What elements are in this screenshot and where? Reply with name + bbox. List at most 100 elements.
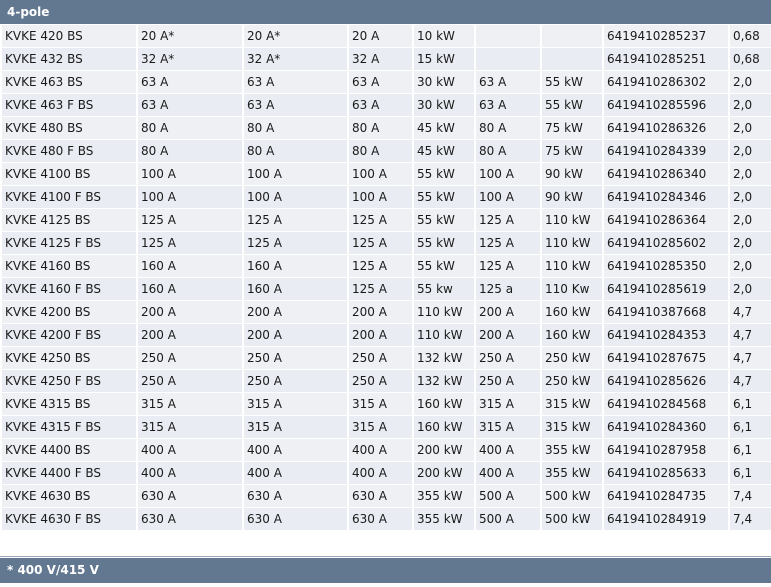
product-table-panel: 4-pole KVKE 420 BS 20 A* 20 A* 20 A 10 kW 641… — [0, 0, 771, 587]
table-cell: 250 A — [476, 370, 540, 393]
table-cell: 500 kW — [542, 485, 602, 508]
table-cell: 200 A — [244, 324, 347, 347]
table-cell: 30 kW — [414, 94, 474, 117]
table-cell: 160 A — [244, 278, 347, 301]
table-cell: 6419410285626 — [604, 370, 728, 393]
table-cell — [476, 48, 540, 71]
table-cell: 63 A — [138, 94, 242, 117]
table-cell: KVKE 4125 BS — [2, 209, 136, 232]
table-cell: 315 A — [349, 416, 412, 439]
table-cell: 110 kW — [542, 209, 602, 232]
table-cell: 6419410284360 — [604, 416, 728, 439]
table-cell: 200 A — [138, 301, 242, 324]
table-cell: 20 A* — [138, 25, 242, 48]
table-cell: 6419410285602 — [604, 232, 728, 255]
table-cell: 6419410286340 — [604, 163, 728, 186]
table-cell: 500 A — [476, 485, 540, 508]
table-cell: 6,1 — [730, 416, 771, 439]
table-cell: 6419410287675 — [604, 347, 728, 370]
table-cell: 80 A — [244, 140, 347, 163]
table-cell: 200 A — [476, 324, 540, 347]
table-cell: 100 A — [244, 186, 347, 209]
table-cell: 100 A — [349, 163, 412, 186]
table-cell: KVKE 4100 F BS — [2, 186, 136, 209]
table-cell: 45 kW — [414, 140, 474, 163]
table-cell: 315 A — [244, 393, 347, 416]
table-cell: 315 A — [138, 393, 242, 416]
table-cell: 400 A — [476, 462, 540, 485]
table-cell: 6,1 — [730, 462, 771, 485]
table-row: KVKE 420 BS 20 A* 20 A* 20 A 10 kW 6419410285… — [2, 25, 771, 48]
table-cell: 315 A — [476, 393, 540, 416]
table-row: KVKE 480 BS 80 A 80 A 80 A 45 kW 80 A 75 kW 641… — [2, 117, 771, 140]
table-cell — [476, 25, 540, 48]
table-cell: 110 kW — [414, 301, 474, 324]
table-cell: 110 kW — [542, 232, 602, 255]
table-cell: 400 A — [244, 462, 347, 485]
section-header: 4-pole — [0, 0, 771, 24]
table-cell: 63 A — [349, 94, 412, 117]
table-cell: 55 kW — [414, 232, 474, 255]
table-cell: 315 A — [476, 416, 540, 439]
table-cell: 250 A — [244, 347, 347, 370]
table-cell: 315 A — [244, 416, 347, 439]
table-cell: 125 A — [349, 209, 412, 232]
table-body: KVKE 420 BS 20 A* 20 A* 20 A 10 kW 6419410285… — [2, 25, 771, 531]
table-cell: 160 kW — [414, 416, 474, 439]
table-cell: 6419410287958 — [604, 439, 728, 462]
table-cell: 6419410284735 — [604, 485, 728, 508]
table-cell: 160 kW — [542, 301, 602, 324]
table-cell: 315 A — [138, 416, 242, 439]
table-cell: 200 kW — [414, 439, 474, 462]
table-cell: 2,0 — [730, 140, 771, 163]
table-row: KVKE 4630 BS 630 A 630 A 630 A 355 kW 500 A 50… — [2, 485, 771, 508]
table-cell: 100 A — [476, 186, 540, 209]
table-cell: 250 A — [349, 370, 412, 393]
table-row: KVKE 4250 F BS 250 A 250 A 250 A 132 kW 250 A… — [2, 370, 771, 393]
table-cell: KVKE 4160 BS — [2, 255, 136, 278]
table-row: KVKE 4315 BS 315 A 315 A 315 A 160 kW 315 A 31… — [2, 393, 771, 416]
table-cell: 20 A — [349, 25, 412, 48]
table-cell: 125 A — [138, 232, 242, 255]
table-cell: 125 A — [476, 232, 540, 255]
table-cell: KVKE 480 BS — [2, 117, 136, 140]
table-cell: 6419410286364 — [604, 209, 728, 232]
table-cell: 80 A — [476, 140, 540, 163]
table-cell: 200 A — [476, 301, 540, 324]
table-cell: 100 A — [244, 163, 347, 186]
table-cell: KVKE 463 BS — [2, 71, 136, 94]
table-cell: 200 A — [244, 301, 347, 324]
table-cell: 2,0 — [730, 117, 771, 140]
product-table: KVKE 420 BS 20 A* 20 A* 20 A 10 kW 6419410285… — [0, 25, 771, 531]
table-cell: 400 A — [476, 439, 540, 462]
table-cell: 400 A — [349, 439, 412, 462]
table-cell: KVKE 4315 F BS — [2, 416, 136, 439]
table-cell: 80 A — [138, 140, 242, 163]
table-cell: 200 A — [349, 301, 412, 324]
table-cell: 200 kW — [414, 462, 474, 485]
table-cell: 500 kW — [542, 508, 602, 531]
table-cell — [542, 25, 602, 48]
table-cell: 110 kW — [542, 255, 602, 278]
table-cell: 250 kW — [542, 370, 602, 393]
table-cell: 100 A — [476, 163, 540, 186]
table-cell: 6419410284339 — [604, 140, 728, 163]
table-cell: 4,7 — [730, 301, 771, 324]
table-cell: 2,0 — [730, 232, 771, 255]
table-cell: 355 kW — [542, 462, 602, 485]
table-cell: 6419410286302 — [604, 71, 728, 94]
table-cell: 6419410284353 — [604, 324, 728, 347]
table-cell: KVKE 4630 F BS — [2, 508, 136, 531]
table-cell: 6419410284568 — [604, 393, 728, 416]
table-cell: 6419410285350 — [604, 255, 728, 278]
table-cell: 80 A — [476, 117, 540, 140]
table-cell: 250 A — [138, 347, 242, 370]
table-cell: 315 A — [349, 393, 412, 416]
table-row: KVKE 4200 BS 200 A 200 A 200 A 110 kW 200 A 16… — [2, 301, 771, 324]
table-cell: 160 kW — [414, 393, 474, 416]
table-cell: 15 kW — [414, 48, 474, 71]
table-row: KVKE 4400 F BS 400 A 400 A 400 A 200 kW 400 A… — [2, 462, 771, 485]
table-cell: 80 A — [244, 117, 347, 140]
table-cell: 630 A — [244, 508, 347, 531]
table-cell: 125 A — [349, 278, 412, 301]
